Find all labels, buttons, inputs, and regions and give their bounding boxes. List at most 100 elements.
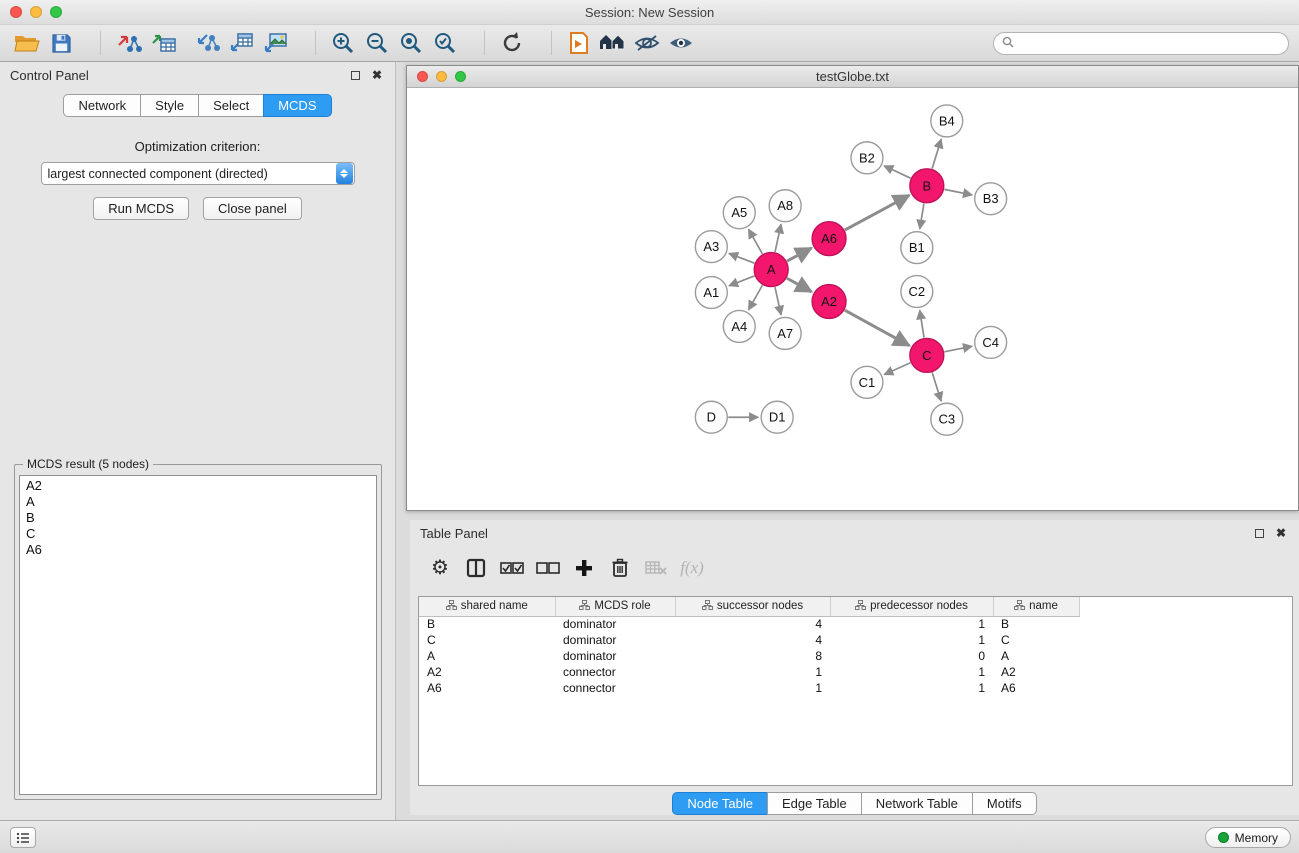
graph-edge-A-A1[interactable] [729, 276, 754, 286]
network-canvas[interactable]: B4B2BB3A5A8A6B1A3AA1A2C2A4A7C4CC1C3DD1 [407, 88, 1298, 510]
table-settings-gear-icon[interactable]: ⚙ [424, 553, 456, 583]
zoom-selected-icon[interactable] [428, 28, 462, 58]
table-row[interactable]: Bdominator41B [419, 616, 1079, 632]
memory-button[interactable]: Memory [1205, 827, 1291, 848]
criterion-select[interactable]: largest connected component (directed) [41, 162, 355, 185]
export-image-icon[interactable] [259, 28, 293, 58]
graph-node-A[interactable]: A [754, 253, 788, 287]
graph-edge-B-B3[interactable] [944, 189, 972, 195]
graph-node-B4[interactable]: B4 [931, 105, 963, 137]
graph-edge-B-B1[interactable] [920, 204, 924, 229]
graph-node-C4[interactable]: C4 [975, 326, 1007, 358]
delete-row-trash-icon[interactable] [604, 553, 636, 583]
mcds-result-item[interactable]: B [26, 510, 370, 526]
graph-node-C3[interactable]: C3 [931, 403, 963, 435]
graph-edge-C-C3[interactable] [932, 373, 941, 402]
graph-edge-A-A7[interactable] [775, 287, 781, 315]
graph-node-C2[interactable]: C2 [901, 276, 933, 308]
graph-node-C[interactable]: C [910, 338, 944, 372]
column-header-predecessor-nodes[interactable]: predecessor nodes [830, 597, 993, 616]
zoom-window-button[interactable] [50, 6, 62, 18]
table-cell[interactable]: 4 [675, 632, 830, 648]
tab-edge-table[interactable]: Edge Table [767, 792, 862, 815]
table-row[interactable]: A6connector11A6 [419, 680, 1079, 696]
table-cell[interactable]: 1 [830, 616, 993, 632]
tab-network-table[interactable]: Network Table [861, 792, 973, 815]
graph-node-A7[interactable]: A7 [769, 317, 801, 349]
graph-node-A4[interactable]: A4 [723, 310, 755, 342]
graph-edge-A-A5[interactable] [749, 229, 763, 254]
graph-edge-B-B2[interactable] [884, 166, 910, 178]
table-cell[interactable]: 1 [675, 664, 830, 680]
graph-node-A1[interactable]: A1 [695, 277, 727, 309]
close-panel-icon[interactable]: ✖ [369, 67, 385, 83]
panel-menu-icon[interactable] [10, 827, 36, 848]
table-cell[interactable]: B [419, 616, 555, 632]
table-cell[interactable]: B [993, 616, 1079, 632]
save-session-icon[interactable] [44, 28, 78, 58]
table-cell[interactable]: A [419, 648, 555, 664]
graph-node-B1[interactable]: B1 [901, 232, 933, 264]
mcds-result-item[interactable]: A6 [26, 542, 370, 558]
delete-table-icon[interactable] [640, 553, 672, 583]
add-row-icon[interactable] [568, 553, 600, 583]
graph-node-A8[interactable]: A8 [769, 190, 801, 222]
table-row[interactable]: Cdominator41C [419, 632, 1079, 648]
graph-node-A2[interactable]: A2 [812, 285, 846, 319]
graph-edge-A-A8[interactable] [775, 224, 781, 252]
network-zoom-button[interactable] [455, 71, 466, 82]
column-header-shared-name[interactable]: shared name [419, 597, 555, 616]
function-builder-icon[interactable]: f(x) [676, 553, 708, 583]
graph-node-B[interactable]: B [910, 169, 944, 203]
table-cell[interactable]: A6 [419, 680, 555, 696]
deselect-all-rows-icon[interactable] [532, 553, 564, 583]
table-cell[interactable]: A2 [993, 664, 1079, 680]
table-cell[interactable]: 1 [830, 632, 993, 648]
graph-node-D[interactable]: D [695, 401, 727, 433]
table-cell[interactable]: connector [555, 664, 675, 680]
table-cell[interactable]: connector [555, 680, 675, 696]
graph-node-A6[interactable]: A6 [812, 222, 846, 256]
document-arrow-icon[interactable] [562, 28, 596, 58]
graph-edge-C-C4[interactable] [944, 346, 972, 352]
table-cell[interactable]: 1 [830, 680, 993, 696]
tab-style[interactable]: Style [140, 94, 199, 117]
table-cell[interactable]: 8 [675, 648, 830, 664]
graph-node-A5[interactable]: A5 [723, 197, 755, 229]
tab-select[interactable]: Select [198, 94, 264, 117]
tab-network[interactable]: Network [63, 94, 141, 117]
table-cell[interactable]: C [993, 632, 1079, 648]
table-cell[interactable]: C [419, 632, 555, 648]
open-session-icon[interactable] [10, 28, 44, 58]
zoom-in-icon[interactable] [326, 28, 360, 58]
graph-edge-C-C2[interactable] [920, 310, 924, 337]
table-close-panel-icon[interactable]: ✖ [1273, 525, 1289, 541]
graph-node-B2[interactable]: B2 [851, 142, 883, 174]
eye-icon[interactable] [664, 28, 698, 58]
mcds-result-list[interactable]: A2ABCA6 [19, 475, 377, 795]
mcds-result-item[interactable]: A [26, 494, 370, 510]
table-cell[interactable]: dominator [555, 648, 675, 664]
column-header-successor-nodes[interactable]: successor nodes [675, 597, 830, 616]
table-cell[interactable]: 4 [675, 616, 830, 632]
import-network-file-icon[interactable] [113, 28, 147, 58]
graph-edge-A6-B[interactable] [845, 195, 909, 230]
table-cell[interactable]: A6 [993, 680, 1079, 696]
graph-edge-A-A6[interactable] [787, 248, 811, 261]
export-network-icon[interactable] [191, 28, 225, 58]
table-cell[interactable]: A [993, 648, 1079, 664]
create-column-icon[interactable] [460, 553, 492, 583]
mcds-result-item[interactable]: C [26, 526, 370, 542]
export-table-icon[interactable] [225, 28, 259, 58]
zoom-fit-icon[interactable] [394, 28, 428, 58]
graph-node-D1[interactable]: D1 [761, 401, 793, 433]
float-panel-icon[interactable] [347, 67, 363, 83]
graph-node-B3[interactable]: B3 [975, 183, 1007, 215]
table-cell[interactable]: dominator [555, 632, 675, 648]
table-cell[interactable]: 1 [675, 680, 830, 696]
network-minimize-button[interactable] [436, 71, 447, 82]
table-cell[interactable]: dominator [555, 616, 675, 632]
graph-edge-A-A3[interactable] [729, 253, 754, 263]
eye-slash-icon[interactable] [630, 28, 664, 58]
refresh-icon[interactable] [495, 28, 529, 58]
